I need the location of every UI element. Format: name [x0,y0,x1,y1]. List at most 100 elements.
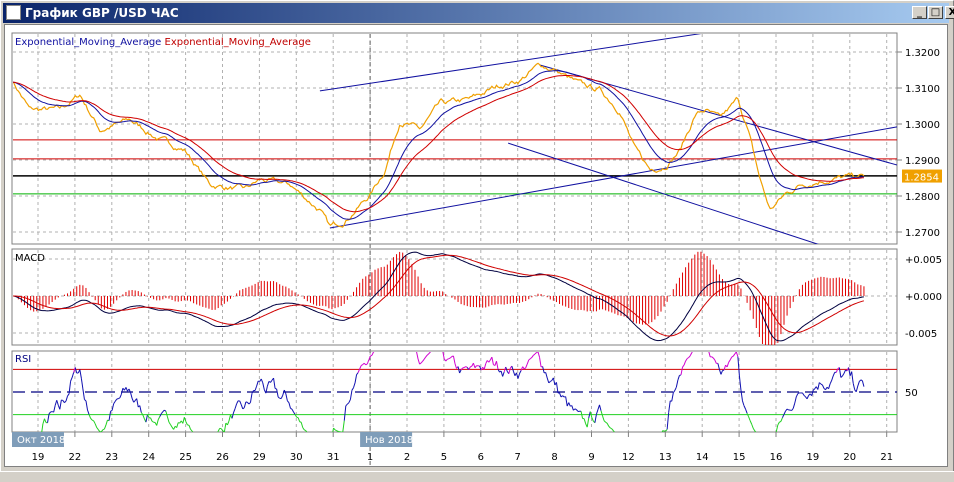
rsi-line-segment [221,429,223,431]
rsi-line-segment [240,401,242,405]
rsi-line-segment [227,421,229,425]
rsi-line-segment [592,417,594,421]
rsi-line-segment [781,418,783,422]
rsi-line-segment [91,418,93,420]
rsi-line-segment [275,388,277,389]
rsi-line-segment [466,367,468,368]
chart-canvas[interactable]: 1922232425262930311256789121314151619202… [0,0,954,481]
price-axis-label: 1.2700 [905,228,940,239]
rsi-line-segment [829,384,831,389]
rsi-line-segment [527,360,529,364]
rsi-line-segment [241,405,243,409]
rsi-line-segment [66,396,68,401]
date-label: 23 [105,452,118,463]
rsi-line-segment [438,346,440,347]
date-label: 9 [588,452,594,463]
rsi-line-segment [304,430,306,431]
rsi-line-segment [274,378,276,388]
rsi-line-segment [609,426,611,428]
price-axis-label: 1.3000 [905,120,940,131]
rsi-line-segment [214,441,216,442]
rsi-line-segment [157,420,159,426]
rsi-line-segment [326,439,328,441]
rsi-line-segment [357,373,359,375]
rsi-label: RSI [15,354,31,365]
rsi-line-segment [747,413,749,417]
rsi-line-segment [807,396,809,399]
rsi-line-segment [676,380,678,387]
rsi-line-segment [57,400,59,405]
rsi-line-segment [166,411,168,417]
price-axis-label: 1.3200 [905,48,940,59]
date-label: 26 [216,452,229,463]
rsi-line-segment [584,419,586,424]
rsi-line-segment [80,370,82,379]
rsi-line-segment [713,358,715,360]
rsi-line-segment [88,410,90,414]
rsi-line-segment [739,376,741,390]
rsi-line-segment [337,431,339,432]
rsi-line-segment [418,359,420,364]
rsi-line-segment [97,428,99,430]
rsi-line-segment [446,359,448,361]
rsi-line-segment [244,402,246,408]
rsi-line-segment [576,410,578,412]
date-label: 8 [551,452,557,463]
rsi-line-segment [320,434,322,435]
date-label: 7 [515,452,521,463]
month-label: Окт 2018 [17,435,65,446]
rsi-line-segment [303,428,305,430]
rsi-line-segment [460,370,462,373]
rsi-line-segment [566,397,568,406]
rsi-line-segment [742,401,744,406]
rsi-line-segment [612,429,614,431]
rsi-line-segment [112,404,114,411]
rsi-line-segment [503,372,505,377]
price-axis-label: 1.2900 [905,156,940,167]
rsi-line-segment [237,401,239,404]
rsi-line-segment [61,400,63,401]
rsi-line-segment [372,352,374,355]
rsi-line-segment [470,366,472,367]
rsi-line-segment [703,349,705,350]
rsi-line-segment [793,403,795,408]
rsi-line-segment [401,339,403,341]
rsi-line-segment [281,395,283,398]
rsi-line-segment [92,420,94,421]
rsi-line-segment [533,354,535,355]
rsi-line-segment [140,406,142,413]
rsi-line-segment [813,389,815,391]
rsi-line-segment [709,351,711,357]
rsi-axis-label: 50 [905,388,918,399]
rsi-line-segment [561,396,563,397]
rsi-line-segment [599,405,601,411]
trendline [320,0,924,91]
rsi-line-segment [117,399,119,400]
rsi-line-segment [787,409,789,410]
rsi-line-segment [86,401,88,410]
rsi-line-segment [95,424,97,428]
rsi-line-segment [453,356,455,364]
rsi-line-segment [752,424,754,428]
rsi-line-segment [573,409,575,410]
rsi-line-segment [186,422,188,425]
rsi-line-segment [623,437,625,438]
date-label: 12 [622,452,635,463]
rsi-line-segment [427,354,429,355]
rsi-line-segment [60,400,62,409]
rsi-line-segment [426,355,428,357]
rsi-line-segment [678,375,680,380]
rsi-line-segment [540,357,542,367]
rsi-line-segment [550,380,552,381]
rsi-line-segment [143,415,145,419]
rsi-line-segment [560,393,562,397]
rsi-line-segment [263,383,265,390]
rsi-line-segment [759,436,761,437]
rsi-line-segment [842,374,844,376]
date-label: 19 [32,452,45,463]
rsi-line-segment [518,374,520,379]
rsi-line-segment [290,408,292,409]
rsi-line-segment [126,387,128,391]
rsi-line-segment [596,410,598,415]
rsi-line-segment [778,422,780,425]
